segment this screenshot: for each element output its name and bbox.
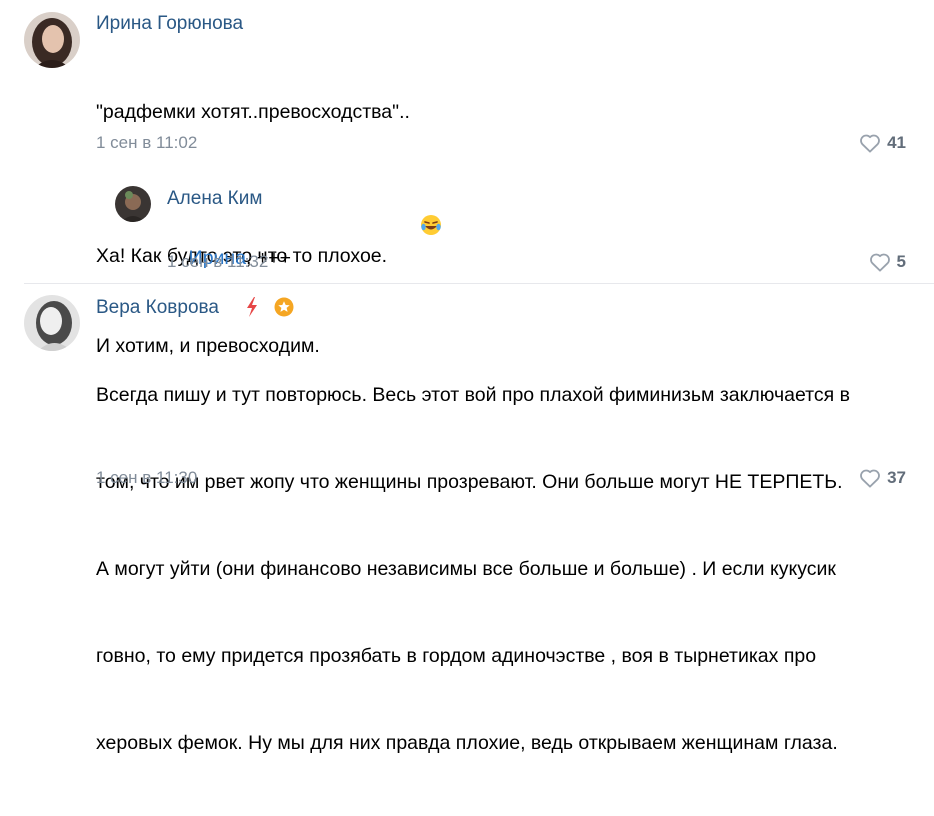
comment-timestamp[interactable]: 1 сен в 11:02 xyxy=(96,133,197,153)
avatar[interactable] xyxy=(115,186,151,222)
comment-divider xyxy=(24,283,934,284)
comment-author[interactable]: Вера Коврова xyxy=(96,297,219,319)
like-button[interactable]: 41 xyxy=(859,133,906,153)
heart-outline-icon xyxy=(860,469,880,488)
heart-outline-icon xyxy=(860,134,880,153)
like-button[interactable]: 5 xyxy=(869,252,906,272)
laughing-tears-emoji-icon xyxy=(387,185,442,274)
avatar[interactable] xyxy=(24,12,80,68)
comment-text-line: "радфемки хотят..превосходства".. xyxy=(96,101,410,123)
like-count: 37 xyxy=(887,468,906,487)
star-badge-icon[interactable] xyxy=(274,297,294,317)
comment-text: Всегда пишу и тут повторюсь. Весь этот в… xyxy=(96,323,916,816)
heart-outline-icon xyxy=(869,253,890,272)
lightning-icon xyxy=(247,297,257,317)
comment-timestamp[interactable]: 1 сен в 11:32 xyxy=(167,252,268,272)
comment-author[interactable]: Алена Ким xyxy=(167,188,262,210)
comment-text-line: том, что им рвет жопу что женщины прозре… xyxy=(96,471,843,493)
comment-text-line: А могут уйти (они финансово независимы в… xyxy=(96,558,836,580)
comment-text-line: Всегда пишу и тут повторюсь. Весь этот в… xyxy=(96,384,850,406)
like-count: 41 xyxy=(887,133,906,152)
avatar[interactable] xyxy=(24,295,80,351)
comment-text-line: херовых фемок. Ну мы для них правда плох… xyxy=(96,732,838,754)
like-count: 5 xyxy=(896,252,906,271)
like-button[interactable]: 37 xyxy=(859,468,906,488)
comment-text-line: говно, то ему придется прозябать в гордо… xyxy=(96,645,817,667)
comment-author[interactable]: Ирина Горюнова xyxy=(96,13,243,35)
comment-timestamp[interactable]: 1 сен в 11:30 xyxy=(96,468,197,488)
